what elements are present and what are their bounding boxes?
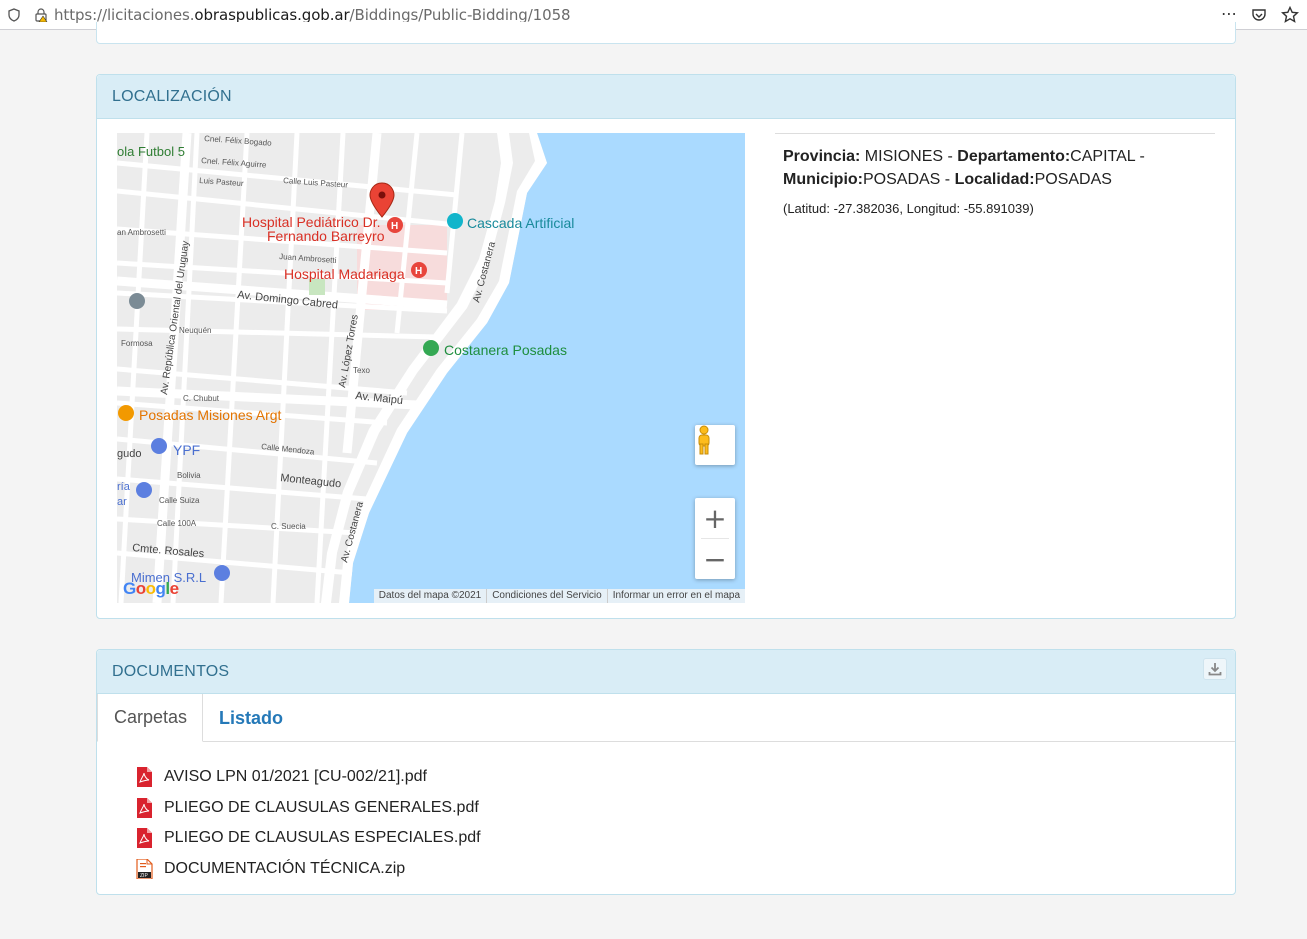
download-all-button[interactable] (1203, 658, 1227, 680)
map[interactable]: ola Futbol 5 Hospital Pediátrico Dr. Fer… (117, 133, 745, 603)
zip-file-icon: ZIP (136, 858, 153, 879)
map-label-ar: ar (117, 496, 127, 508)
file-name[interactable]: PLIEGO DE CLAUSULAS ESPECIALES.pdf (164, 829, 481, 847)
map-label-chubut: C. Chubut (183, 394, 220, 403)
map-label-ypf: YPF (173, 442, 200, 458)
location-panel: LOCALIZACIÓN ola Futbol 5 Hospital Pediá… (96, 74, 1236, 619)
map-label-ria: ría (117, 481, 131, 493)
map-label-calle-100a: Calle 100A (157, 519, 197, 528)
map-tiles[interactable]: ola Futbol 5 Hospital Pediátrico Dr. Fer… (117, 133, 745, 603)
municipio-value: POSADAS - (862, 171, 955, 188)
map-terms-link[interactable]: Condiciones del Servicio (486, 589, 607, 603)
svg-text:H: H (391, 221, 398, 232)
map-label-c-suecia: C. Suecia (271, 522, 306, 531)
map-label-futbol: ola Futbol 5 (117, 144, 185, 159)
location-panel-title: LOCALIZACIÓN (97, 75, 1235, 119)
restaurant-poi-icon[interactable] (118, 405, 134, 421)
url-text[interactable]: https://licitaciones.obraspublicas.gob.a… (54, 5, 571, 24)
download-icon (1208, 663, 1222, 676)
coordinates-text: (Latitud: -27.382036, Longitud: -55.8910… (783, 201, 1034, 216)
map-data-attribution: Datos del mapa ©2021 (378, 590, 482, 601)
documents-tabs: Carpetas Listado (97, 694, 1235, 742)
file-item[interactable]: ZIP DOCUMENTACIÓN TÉCNICA.zip (135, 854, 481, 885)
map-label-neuquen: Neuquén (179, 326, 211, 335)
location-admin-line: Provincia: MISIONES - Departamento:CAPIT… (783, 145, 1207, 191)
map-label-costanera-posadas: Costanera Posadas (444, 342, 567, 358)
location-info: Provincia: MISIONES - Departamento:CAPIT… (775, 133, 1215, 216)
departamento-label: Departamento: (957, 148, 1071, 165)
pegman-icon (698, 425, 710, 455)
tab-carpetas[interactable]: Carpetas (97, 694, 203, 742)
pdf-file-icon (137, 767, 152, 788)
pocket-icon[interactable] (1251, 7, 1267, 23)
map-label-hospital-madariaga: Hospital Madariaga (284, 266, 405, 282)
municipio-label: Municipio: (783, 171, 863, 188)
map-label-gudo: gudo (117, 448, 141, 460)
map-label-hospital-pediatrico-2: Fernando Barreyro (267, 228, 385, 244)
map-label-texo: Texo (353, 366, 370, 375)
costanera-park-poi-icon[interactable] (423, 340, 439, 356)
shield-icon[interactable] (8, 7, 20, 22)
map-label-posadas-misiones: Posadas Misiones Argt (139, 407, 282, 423)
provincia-label: Provincia: (783, 148, 861, 165)
map-zoom-control[interactable]: + − (695, 498, 735, 579)
street-view-pegman-button[interactable] (695, 425, 735, 465)
lock-warning-icon[interactable] (34, 7, 48, 22)
svg-text:H: H (415, 266, 422, 277)
tab-listado[interactable]: Listado (203, 694, 299, 742)
file-item[interactable]: AVISO LPN 01/2021 [CU-002/21].pdf (135, 762, 481, 793)
map-report-error-link[interactable]: Informar un error en el mapa (606, 589, 745, 603)
file-name[interactable]: DOCUMENTACIÓN TÉCNICA.zip (164, 860, 405, 878)
mimen-poi-icon[interactable] (214, 565, 230, 581)
localidad-label: Localidad: (954, 171, 1035, 188)
map-footer: Datos del mapa ©2021 Condiciones del Ser… (373, 589, 745, 603)
cascada-poi-icon[interactable] (447, 213, 463, 229)
provincia-value: MISIONES - (860, 148, 958, 165)
file-name[interactable]: PLIEGO DE CLAUSULAS GENERALES.pdf (164, 799, 479, 817)
documents-panel-title: DOCUMENTOS (97, 650, 1235, 694)
localidad-value: POSADAS (1034, 171, 1112, 188)
documents-panel: DOCUMENTOS Carpetas Listado AVISO LPN 01… (96, 649, 1236, 895)
generic-poi-icon[interactable] (129, 293, 145, 309)
shop-poi-icon[interactable] (136, 482, 152, 498)
zoom-out-button[interactable]: − (695, 539, 735, 579)
previous-panel-bottom (96, 22, 1236, 44)
bookmark-star-icon[interactable] (1281, 6, 1299, 24)
pdf-file-icon (137, 797, 152, 818)
map-label-bolivia: Bolivia (177, 471, 201, 480)
gas-station-poi-icon[interactable] (151, 438, 167, 454)
file-item[interactable]: PLIEGO DE CLAUSULAS GENERALES.pdf (135, 793, 481, 824)
map-label-calle-suiza: Calle Suiza (159, 496, 200, 505)
map-label-an-ambrosetti: an Ambrosetti (117, 228, 166, 237)
file-item[interactable]: PLIEGO DE CLAUSULAS ESPECIALES.pdf (135, 823, 481, 854)
google-logo[interactable]: Google (123, 579, 179, 599)
map-label-formosa: Formosa (121, 339, 153, 348)
file-name[interactable]: AVISO LPN 01/2021 [CU-002/21].pdf (164, 768, 427, 786)
map-label-cascada: Cascada Artificial (467, 215, 574, 231)
pdf-file-icon (137, 828, 152, 849)
svg-text:ZIP: ZIP (140, 873, 148, 879)
url-domain: obraspublicas.gob.ar (194, 5, 350, 24)
departamento-value: CAPITAL - (1070, 148, 1145, 165)
file-list: AVISO LPN 01/2021 [CU-002/21].pdf PLIEGO… (135, 762, 481, 884)
zoom-in-button[interactable]: + (695, 498, 735, 538)
